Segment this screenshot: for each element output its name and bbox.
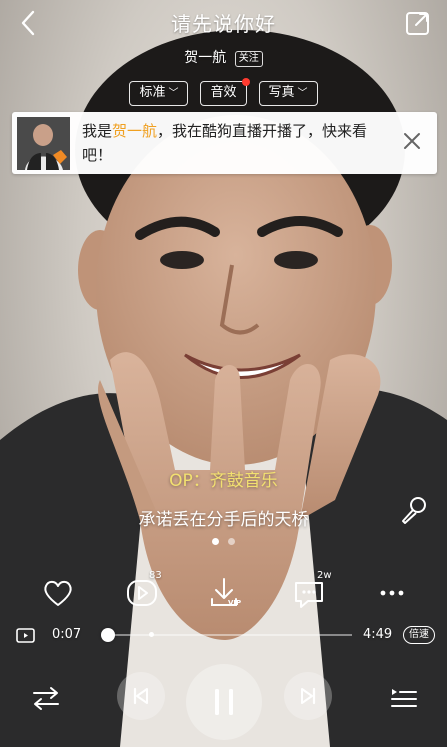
artist-name[interactable]: 贺一航 — [184, 50, 226, 66]
microphone-icon[interactable] — [397, 495, 429, 527]
photo-pill[interactable]: 写真 ﹀ — [258, 81, 318, 106]
quality-label: 标准 — [139, 85, 166, 100]
previous-icon — [133, 687, 148, 705]
page-dot — [228, 538, 235, 545]
lyric-current-line[interactable]: 承诺丢在分手后的天桥 — [0, 505, 447, 530]
next-icon — [301, 687, 316, 705]
heart-icon[interactable] — [38, 573, 78, 613]
live-banner[interactable]: 我是贺一航，我在酷狗直播开播了，快来看吧！ — [12, 112, 437, 174]
share-icon[interactable] — [403, 8, 433, 38]
follow-button[interactable]: 关注 — [234, 51, 263, 67]
notification-dot — [241, 78, 250, 86]
chevron-down-icon: ﹀ — [297, 88, 308, 99]
download-icon — [211, 578, 237, 606]
seek-bar-marker — [149, 632, 154, 637]
avatar-image — [17, 117, 70, 170]
song-title: 请先说你好 — [171, 12, 276, 36]
comment-button[interactable]: 2w — [290, 570, 332, 613]
total-time: 4:49 — [363, 627, 393, 642]
close-icon[interactable] — [401, 130, 423, 152]
previous-button[interactable] — [117, 672, 165, 720]
next-button[interactable] — [284, 672, 332, 720]
sound-effect-label: 音效 — [210, 85, 237, 100]
comment-count-badge: 2w — [317, 570, 332, 581]
vip-badge: VIP — [228, 599, 242, 607]
seek-bar-thumb[interactable] — [101, 628, 115, 642]
action-row: 83 VIP 2w — [0, 570, 447, 613]
mini-video-icon[interactable] — [16, 626, 36, 644]
playback-controls — [0, 664, 447, 740]
progress-row: 0:07 4:49 倍速 — [0, 620, 447, 650]
banner-artist: 贺一航 — [112, 122, 158, 140]
chevron-down-icon: ﹀ — [168, 88, 179, 99]
speed-button[interactable]: 倍速 — [403, 626, 435, 644]
artist-row: 贺一航 关注 — [0, 47, 447, 67]
play-pause-button[interactable] — [186, 664, 262, 740]
mv-count-badge: 83 — [149, 570, 162, 581]
mv-button[interactable]: 83 — [122, 570, 162, 613]
download-button[interactable]: VIP — [204, 573, 244, 613]
banner-prefix: 我是 — [82, 122, 113, 140]
banner-message: 我是贺一航，我在酷狗直播开播了，快来看吧！ — [82, 119, 387, 167]
mode-pills: 标准 ﹀ 音效 写真 ﹀ — [0, 78, 447, 106]
quality-pill[interactable]: 标准 ﹀ — [129, 81, 189, 106]
playlist-icon[interactable] — [388, 682, 420, 714]
photo-label: 写真 — [268, 85, 295, 100]
seek-bar[interactable] — [101, 628, 352, 642]
more-icon[interactable] — [372, 573, 412, 613]
player-screen: 请先说你好 贺一航 关注 标准 ﹀ 音效 写真 ﹀ 我是贺一航，我在酷狗直播开播… — [0, 0, 447, 747]
page-indicator — [0, 538, 447, 545]
current-time: 0:07 — [52, 627, 82, 642]
sound-effect-pill[interactable]: 音效 — [200, 78, 250, 106]
top-bar: 请先说你好 贺一航 关注 标准 ﹀ 音效 写真 ﹀ — [0, 0, 447, 110]
lyric-credit-line: OP：齐鼓音乐 — [169, 471, 278, 491]
artist-avatar — [17, 117, 70, 170]
page-dot — [212, 538, 219, 545]
shuffle-icon[interactable] — [30, 682, 62, 714]
pause-icon — [215, 689, 233, 715]
